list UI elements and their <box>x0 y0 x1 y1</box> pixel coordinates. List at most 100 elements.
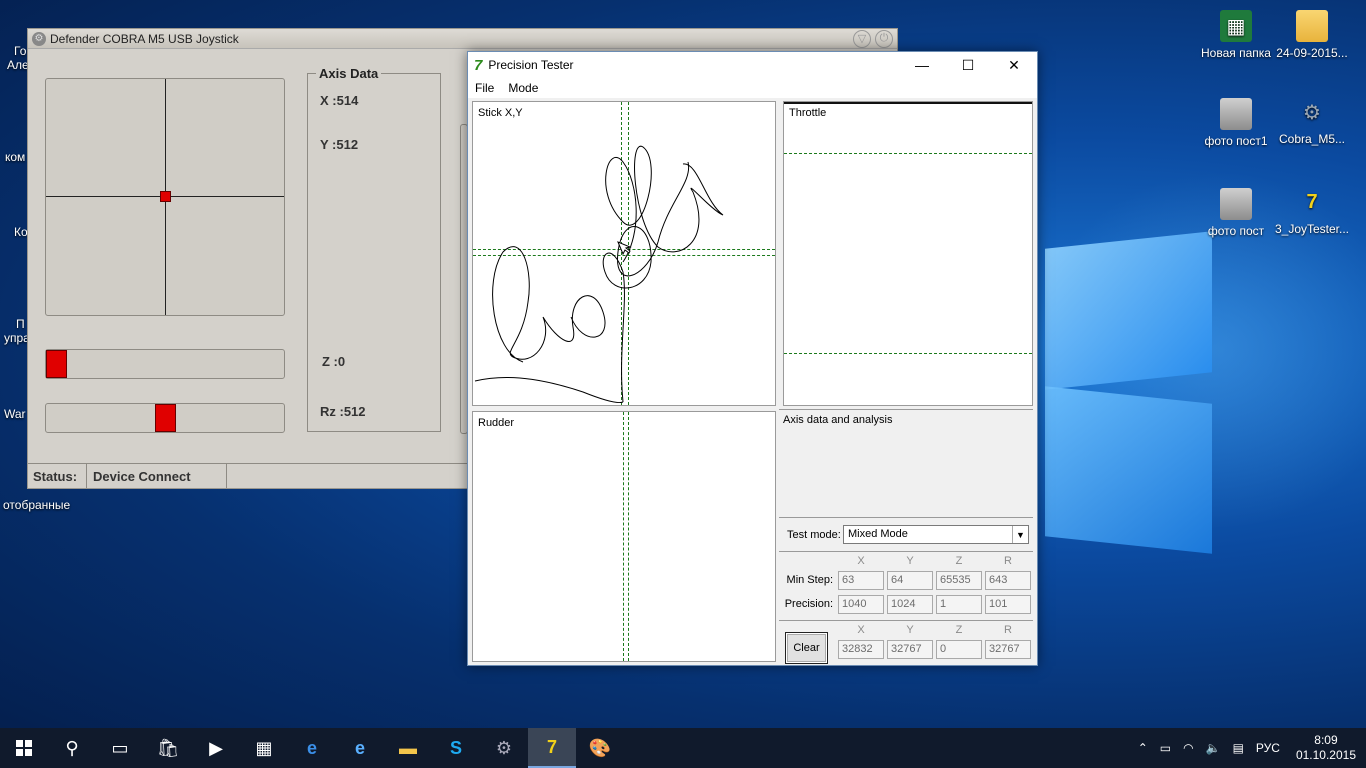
current-y: 32767 <box>887 640 933 659</box>
app-gear-icon: ⚙ <box>32 31 46 46</box>
power-icon[interactable]: ⏻ <box>875 29 893 48</box>
precision-x: 1040 <box>838 595 884 614</box>
task-view-icon[interactable]: ▭ <box>96 728 144 768</box>
rudder-grid-line <box>628 412 629 661</box>
minimize-icon[interactable]: ▽ <box>853 29 871 48</box>
test-mode-label: Test mode: <box>787 529 841 541</box>
tester-menubar: File Mode <box>468 78 1037 98</box>
precision-r: 101 <box>985 595 1031 614</box>
col-header: Z <box>955 555 963 567</box>
start-button[interactable] <box>0 728 48 768</box>
col-header: R <box>1004 624 1012 636</box>
archive-icon <box>1220 98 1252 130</box>
rudder-slider <box>45 403 285 433</box>
min-step-z: 65535 <box>936 571 982 590</box>
store-icon[interactable]: 🛍 <box>144 728 192 768</box>
desktop-icon-foto-post1[interactable]: фото пост1 <box>1196 98 1276 148</box>
battery-icon[interactable]: ▭ <box>1154 741 1177 755</box>
desktop-icon-foto-post[interactable]: фото пост <box>1196 188 1276 238</box>
current-x: 32832 <box>838 640 884 659</box>
search-icon[interactable]: ⚲ <box>48 728 96 768</box>
precision-y: 1024 <box>887 595 933 614</box>
rudder-slider-knob <box>154 404 176 432</box>
defender-title: Defender COBRA M5 USB Joystick <box>50 31 239 46</box>
explorer-icon[interactable]: ▬ <box>384 728 432 768</box>
test-mode-value: Mixed Mode <box>848 528 908 540</box>
joytester-icon: 7 <box>1306 190 1318 213</box>
axis-analysis-panel: Axis data and analysis <box>779 409 1033 517</box>
throttle-label: Throttle <box>789 107 827 119</box>
desktop-icon-folder-date[interactable]: 24-09-2015... <box>1272 10 1352 60</box>
axis-y-value: Y :512 <box>320 137 359 152</box>
throttle-grid-line <box>784 153 1032 154</box>
status-label: Status: <box>28 464 87 488</box>
menu-mode[interactable]: Mode <box>501 81 545 95</box>
volume-icon[interactable]: 🔈 <box>1200 741 1227 755</box>
desktop-label-otobrannye[interactable]: отобранные <box>3 498 70 512</box>
minimize-button[interactable]: — <box>899 52 945 78</box>
desktop-partial-label: Го <box>14 44 27 58</box>
desktop-partial-label: ком <box>5 150 26 164</box>
stick-position-dot <box>160 191 171 202</box>
calculator-icon[interactable]: ▦ <box>240 728 288 768</box>
media-player-icon[interactable]: ▶ <box>192 728 240 768</box>
test-mode-row: Test mode: Mixed Mode ▼ <box>779 517 1033 551</box>
throttle-slider <box>45 349 285 379</box>
precision-label: Precision: <box>784 598 833 610</box>
col-header: Z <box>955 624 963 636</box>
defender-titlebar[interactable]: ⚙ Defender COBRA M5 USB Joystick ▽ ⏻ <box>28 29 897 49</box>
rudder-grid-line <box>623 412 624 661</box>
chevron-up-icon[interactable]: ⌃ <box>1132 741 1154 755</box>
axis-z-value: Z :0 <box>322 354 346 369</box>
throttle-grid-line <box>784 353 1032 354</box>
edge-icon[interactable]: e <box>288 728 336 768</box>
chevron-down-icon[interactable]: ▼ <box>1012 526 1028 543</box>
col-header: Y <box>906 555 914 567</box>
gear-icon: ⚙ <box>1303 101 1321 124</box>
col-header: Y <box>906 624 914 636</box>
archive-icon <box>1220 188 1252 220</box>
menu-file[interactable]: File <box>468 81 501 95</box>
joytester-taskbar-icon[interactable]: 7 <box>528 728 576 768</box>
clock-date: 01.10.2015 <box>1295 748 1356 762</box>
clock[interactable]: 8:09 01.10.2015 <box>1286 733 1366 763</box>
test-mode-select[interactable]: Mixed Mode ▼ <box>843 525 1029 544</box>
desktop-icon-joytester[interactable]: 7 3_JoyTester... <box>1272 186 1352 237</box>
stick-trace <box>474 145 724 403</box>
rudder-label: Rudder <box>478 417 515 429</box>
col-header: X <box>857 555 865 567</box>
skype-icon[interactable]: S <box>432 728 480 768</box>
axis-x-value: X :514 <box>320 93 359 108</box>
maximize-button[interactable]: ☐ <box>945 52 991 78</box>
notification-icon[interactable]: ▤ <box>1227 741 1250 755</box>
desktop-partial-label: War <box>4 407 26 421</box>
current-z: 0 <box>936 640 982 659</box>
min-step-x: 63 <box>838 571 884 590</box>
taskbar: ⚲ ▭ 🛍 ▶ ▦ e e ▬ S ⚙ 7 🎨 ⌃ ▭ ◠ 🔈 ▤ РУС 8:… <box>0 728 1366 768</box>
desktop-partial-label: Але <box>7 58 29 72</box>
ie-icon[interactable]: e <box>336 728 384 768</box>
step-precision-grid: X Y Z R Min Step: 63 64 65535 643 Precis… <box>779 551 1033 620</box>
wifi-icon[interactable]: ◠ <box>1177 741 1199 755</box>
settings-gear-icon[interactable]: ⚙ <box>480 728 528 768</box>
col-header: R <box>1004 555 1012 567</box>
folder-icon <box>1296 10 1328 42</box>
excel-file-icon: ▦ <box>1220 10 1252 42</box>
axis-data-legend: Axis Data <box>316 66 382 81</box>
status-value: Device Connect <box>87 464 227 488</box>
throttle-slider-knob <box>46 350 67 378</box>
stick-position-box <box>45 78 285 316</box>
throttle-top-bar <box>784 102 1032 104</box>
tester-titlebar[interactable]: 7 Precision Tester — ☐ ✕ <box>468 52 1037 78</box>
joytester-icon: 7 <box>474 56 483 74</box>
language-indicator[interactable]: РУС <box>1250 741 1286 755</box>
desktop-partial-label: Ко <box>14 225 28 239</box>
close-button[interactable]: ✕ <box>991 52 1037 78</box>
desktop-icon-new-folder[interactable]: ▦ Новая папка <box>1196 10 1276 60</box>
clear-button[interactable]: Clear <box>785 632 828 664</box>
desktop-icon-cobra[interactable]: ⚙ Cobra_M5... <box>1272 96 1352 147</box>
precision-z: 1 <box>936 595 982 614</box>
axis-analysis-label: Axis data and analysis <box>783 414 893 426</box>
paint-icon[interactable]: 🎨 <box>576 728 624 768</box>
min-step-y: 64 <box>887 571 933 590</box>
